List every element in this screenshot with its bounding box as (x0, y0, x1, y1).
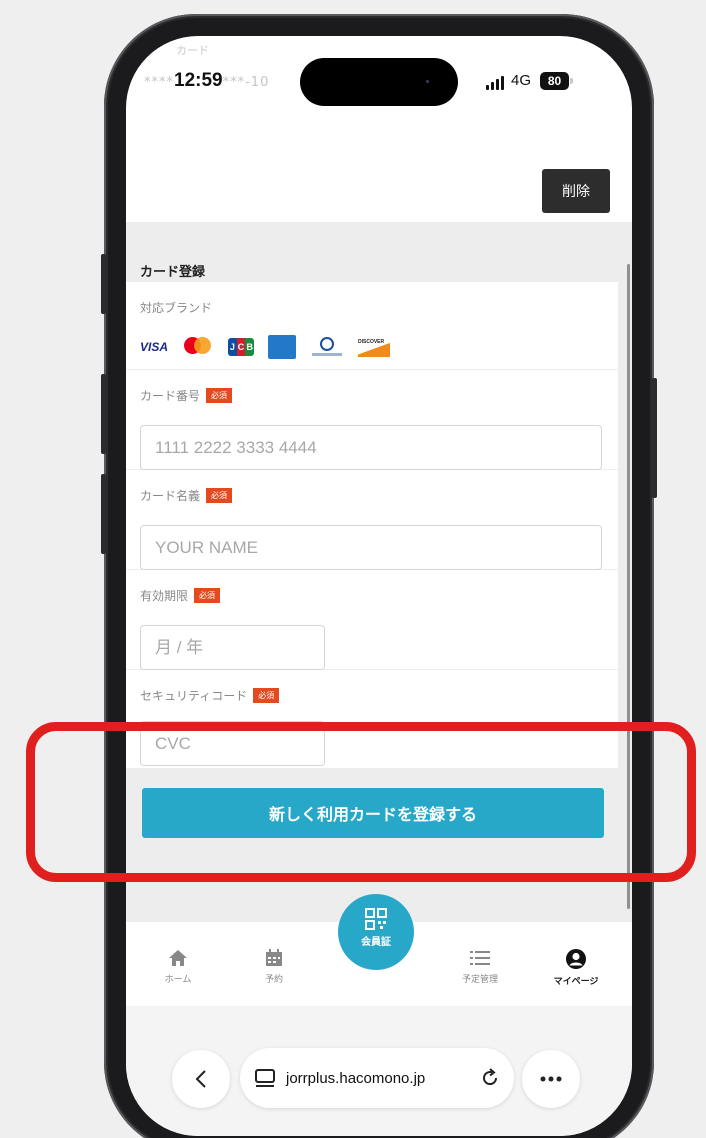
phone-screen: カード ****12:59***-10 4G 80 削除 カード登録 対応ブラン… (126, 36, 632, 1136)
tab-label: 予約 (264, 975, 283, 985)
battery-tip (570, 78, 573, 84)
tab-mypage[interactable]: マイページ (536, 948, 616, 987)
more-options-button[interactable] (522, 1050, 580, 1108)
time-prefix: **** (144, 75, 174, 90)
card-name-input[interactable] (140, 525, 602, 570)
home-icon (169, 950, 187, 966)
required-badge: 必須 (194, 588, 221, 603)
tab-schedule[interactable]: 予定管理 (440, 948, 520, 985)
action-button (101, 254, 106, 314)
brand-logos: VISA JCB DISCOVER (140, 335, 391, 359)
jcb-logo: JCB (228, 338, 255, 356)
tab-label: ホーム (164, 975, 192, 985)
card-number-label-text: カード番号 (140, 389, 201, 403)
card-name-label-text: カード名義 (140, 489, 201, 503)
tab-label: 予定管理 (461, 975, 498, 985)
time-row: ****12:59***-10 (144, 70, 269, 92)
required-badge: 必須 (253, 688, 280, 703)
network-type: 4G (511, 72, 532, 89)
tab-home[interactable]: ホーム (138, 948, 218, 985)
security-code-label-text: セキュリティコード (140, 689, 248, 703)
tab-overview-icon (255, 1069, 275, 1087)
signal-icon (486, 76, 504, 90)
tab-member-card[interactable]: 会員証 (338, 894, 414, 970)
diners-club-logo (310, 337, 344, 357)
calendar-icon (266, 949, 282, 966)
mastercard-logo (182, 337, 214, 357)
required-badge: 必須 (206, 388, 233, 403)
card-name-field-group: カード名義 必須 (126, 470, 618, 570)
card-number-field-group: カード番号 必須 (126, 370, 618, 470)
list-icon (470, 951, 490, 965)
card-number-label: カード番号 必須 (140, 387, 233, 404)
american-express-logo (268, 335, 297, 359)
tab-label: 会員証 (361, 937, 391, 948)
card-number-input[interactable] (140, 425, 602, 470)
security-code-label: セキュリティコード 必須 (140, 687, 280, 704)
section-title: カード登録 (140, 265, 206, 280)
tab-reserve[interactable]: 予約 (234, 948, 314, 985)
camera-indicator (426, 80, 429, 83)
brands-card: 対応ブランド VISA JCB DISCOVER (126, 282, 618, 369)
delete-button[interactable]: 削除 (542, 169, 610, 213)
browser-toolbar: jorrplus.hacomono.jp (126, 1006, 632, 1136)
volume-up-button (101, 374, 106, 454)
battery-icon: 80 (540, 72, 569, 90)
expiry-field-group: 有効期限 必須 (126, 570, 618, 670)
phone-frame: カード ****12:59***-10 4G 80 削除 カード登録 対応ブラン… (101, 14, 657, 1138)
highlight-annotation (26, 722, 696, 882)
status-bar: カード ****12:59***-10 4G 80 (126, 36, 632, 116)
user-icon (566, 949, 586, 969)
tab-label: マイページ (553, 977, 599, 987)
faded-page-title: カード (176, 44, 209, 57)
time-suffix: ***-10 (222, 75, 270, 90)
reload-icon[interactable] (480, 1068, 500, 1088)
ellipsis-icon (540, 1076, 562, 1082)
card-name-label: カード名義 必須 (140, 487, 233, 504)
expiry-label: 有効期限 必須 (140, 587, 221, 604)
volume-down-button (101, 474, 106, 554)
visa-logo: VISA (140, 340, 169, 354)
qr-code-icon (365, 908, 387, 930)
chevron-left-icon (195, 1070, 206, 1088)
back-button[interactable] (172, 1050, 230, 1108)
power-button (652, 378, 657, 498)
expiry-label-text: 有効期限 (140, 589, 189, 603)
dynamic-island (300, 58, 458, 106)
required-badge: 必須 (206, 488, 233, 503)
clock: 12:59 (174, 70, 223, 91)
url-text: jorrplus.hacomono.jp (286, 1069, 426, 1087)
brands-label: 対応ブランド (140, 301, 213, 315)
discover-logo: DISCOVER (358, 337, 391, 357)
address-bar[interactable]: jorrplus.hacomono.jp (240, 1048, 514, 1108)
expiry-input[interactable] (140, 625, 325, 670)
